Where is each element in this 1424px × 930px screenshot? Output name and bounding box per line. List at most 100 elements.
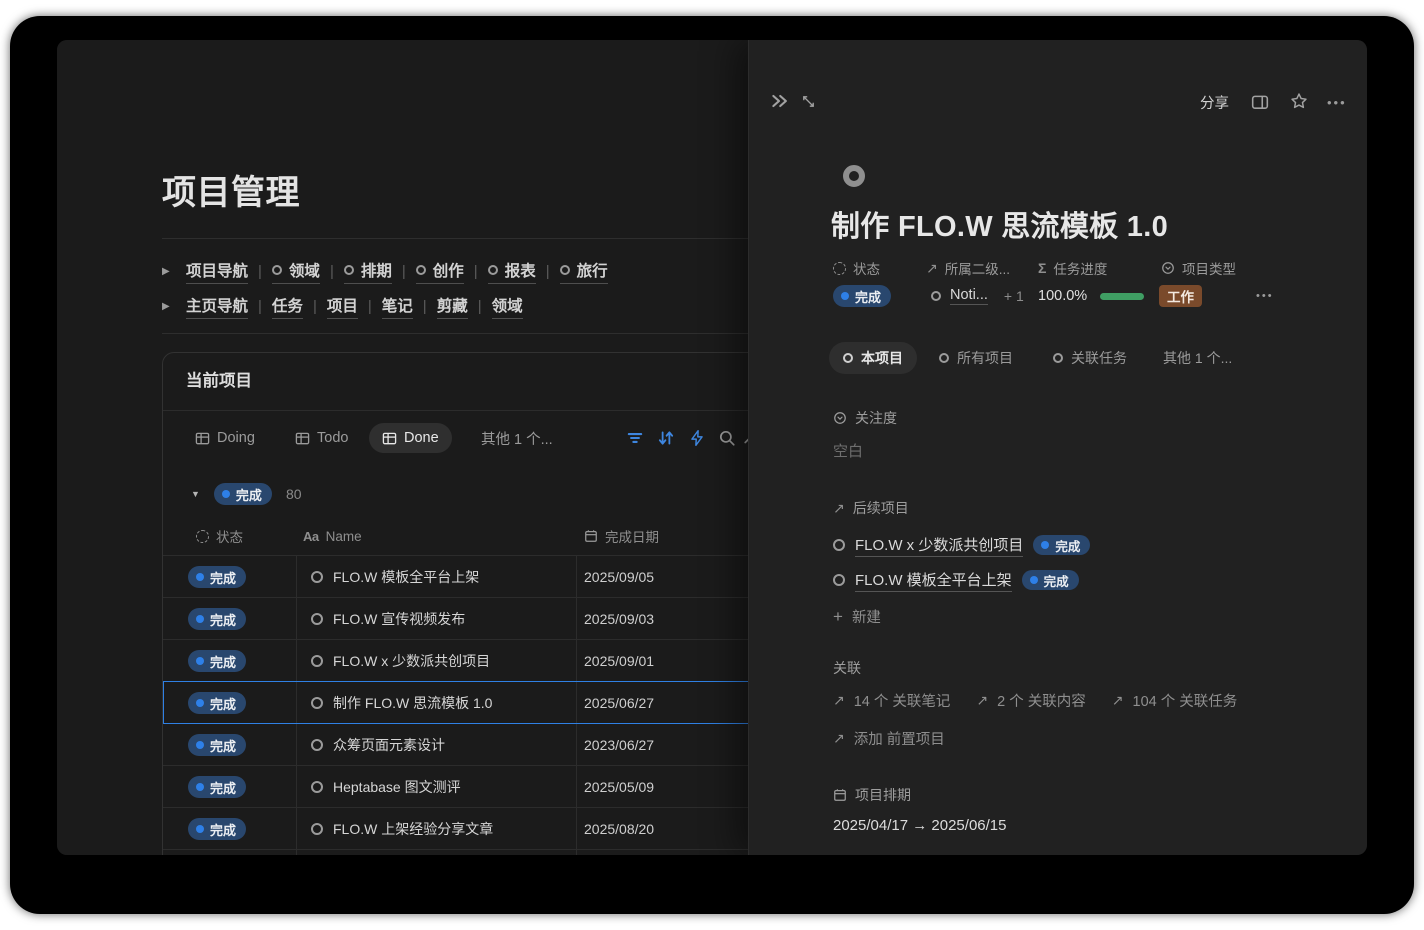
nav-link-clips[interactable]: 剪藏 <box>437 294 468 319</box>
add-new-button[interactable]: + 新建 <box>833 606 881 627</box>
peek-tab-related-tasks[interactable]: 关联任务 <box>1053 342 1127 374</box>
divider <box>162 333 748 334</box>
view-tab-todo[interactable]: Todo <box>295 423 348 453</box>
page-ring-icon <box>311 571 323 583</box>
view-tab-more[interactable]: 其他 1 个... <box>481 423 553 453</box>
property-label-parent[interactable]: ↗ 所属二级... <box>926 258 1010 278</box>
status-badge[interactable]: 完成 <box>188 692 246 714</box>
next-project-item[interactable]: FLO.W x 少数派共创项目 完成 <box>833 532 1090 558</box>
table-row[interactable]: 完成 FLO.W 宣传视频发布 2025/09/03 <box>163 597 748 639</box>
sort-icon[interactable] <box>657 429 675 447</box>
calendar-icon <box>833 788 847 802</box>
view-tab-doing[interactable]: Doing <box>195 423 255 453</box>
filter-icon[interactable] <box>626 429 644 447</box>
property-value-type[interactable]: 工作 <box>1159 284 1202 308</box>
schedule-date-range[interactable]: 2025/04/17 → 2025/06/15 <box>833 817 1006 834</box>
status-badge: 完成 <box>1033 535 1090 555</box>
property-value-status[interactable]: 完成 <box>833 284 891 308</box>
group-header: ▼ 完成 80 <box>191 482 302 506</box>
main-content: 项目管理 ▶ 项目导航 | 领域 | 排期 | 创作 | 报表 | 旅行 ▶ 主… <box>57 40 748 855</box>
share-button[interactable]: 分享 <box>1200 92 1229 113</box>
calendar-icon <box>584 529 598 543</box>
expand-page-icon[interactable] <box>801 94 816 109</box>
nav-link-domain[interactable]: 领域 <box>272 259 320 284</box>
section-label-next-projects[interactable]: ↗ 后续项目 <box>833 498 909 518</box>
nav-link-tasks[interactable]: 任务 <box>272 294 303 319</box>
nav-link-create[interactable]: 创作 <box>416 259 464 284</box>
property-label-status[interactable]: 状态 <box>833 258 880 278</box>
section-label-schedule[interactable]: 项目排期 <box>833 785 911 805</box>
property-label-progress[interactable]: Σ 任务进度 <box>1038 258 1107 278</box>
table-row-partial[interactable] <box>163 849 748 855</box>
table-row[interactable]: 完成 Heptabase 图文测评 2025/05/09 <box>163 765 748 807</box>
group-status-badge[interactable]: 完成 <box>214 483 272 505</box>
table-row-selected[interactable]: 完成 制作 FLO.W 思流模板 1.0 2025/06/27 <box>163 681 748 723</box>
table-icon <box>295 431 310 446</box>
nav-link-schedule[interactable]: 排期 <box>344 259 392 284</box>
column-header-name[interactable]: Aa Name <box>303 521 362 551</box>
arrow-up-right-icon: ↗ <box>833 500 845 517</box>
table-row[interactable]: 完成 FLO.W 上架经验分享文章 2025/08/20 <box>163 807 748 849</box>
table-row[interactable]: 完成 众筹页面元素设计 2023/06/27 <box>163 723 748 765</box>
status-property-icon <box>196 530 209 543</box>
add-predecessor-button[interactable]: ↗ 添加 前置项目 <box>833 728 945 749</box>
related-tasks-link[interactable]: ↗104 个 关联任务 <box>1112 690 1237 711</box>
ring-icon <box>1053 353 1063 363</box>
nav-link-projects[interactable]: 项目 <box>327 294 358 319</box>
page-icon[interactable] <box>843 165 865 187</box>
toggle-right-icon[interactable]: ▶ <box>162 266 176 277</box>
section-label-focus[interactable]: 关注度 <box>833 408 897 428</box>
plus-icon: + <box>833 608 843 625</box>
focus-empty-value[interactable]: 空白 <box>833 440 863 461</box>
toggle-right-icon[interactable]: ▶ <box>162 301 176 312</box>
property-label-type[interactable]: 项目类型 <box>1161 258 1236 278</box>
screenshot-stage: 项目管理 ▶ 项目导航 | 领域 | 排期 | 创作 | 报表 | 旅行 ▶ 主… <box>0 0 1424 930</box>
page-ring-icon <box>833 539 845 551</box>
peek-tab-this-project[interactable]: 本项目 <box>829 342 917 374</box>
peek-tab-more[interactable]: 其他 1 个... <box>1163 342 1232 374</box>
favorite-star-icon[interactable] <box>1290 92 1308 110</box>
more-properties-icon[interactable]: ••• <box>1256 290 1274 302</box>
status-badge[interactable]: 完成 <box>188 734 246 756</box>
page-ring-icon <box>311 739 323 751</box>
table-row[interactable]: 完成 FLO.W x 少数派共创项目 2025/09/01 <box>163 639 748 681</box>
nav-link-home-nav[interactable]: 主页导航 <box>186 294 248 319</box>
ring-icon <box>843 353 853 363</box>
separator: | <box>474 263 478 280</box>
divider <box>162 238 748 239</box>
property-value-progress[interactable]: 100.0% <box>1038 284 1144 308</box>
side-peek-layout-icon[interactable] <box>1251 93 1269 111</box>
more-options-icon[interactable]: ••• <box>1327 95 1347 110</box>
nav-link-report[interactable]: 报表 <box>488 259 536 284</box>
status-badge[interactable]: 完成 <box>188 566 246 588</box>
related-content-link[interactable]: ↗2 个 关联内容 <box>976 690 1085 711</box>
status-badge[interactable]: 完成 <box>188 650 246 672</box>
page-ring-icon <box>311 781 323 793</box>
nav-link-domains[interactable]: 领域 <box>492 294 523 319</box>
related-notes-link[interactable]: ↗14 个 关联笔记 <box>833 690 950 711</box>
view-tab-done[interactable]: Done <box>369 423 452 453</box>
nav-link-notes[interactable]: 笔记 <box>382 294 413 319</box>
nav-link-travel[interactable]: 旅行 <box>560 259 608 284</box>
column-header-status[interactable]: 状态 <box>196 521 243 551</box>
next-project-item[interactable]: FLO.W 模板全平台上架 完成 <box>833 567 1079 593</box>
status-badge[interactable]: 完成 <box>188 818 246 840</box>
toggle-down-icon[interactable]: ▼ <box>191 489 200 499</box>
table-row[interactable]: 完成 FLO.W 模板全平台上架 2025/09/05 <box>163 555 748 597</box>
status-badge[interactable]: 完成 <box>188 776 246 798</box>
close-peek-chevrons-icon[interactable] <box>769 91 789 111</box>
app-window: 项目管理 ▶ 项目导航 | 领域 | 排期 | 创作 | 报表 | 旅行 ▶ 主… <box>57 40 1367 855</box>
relation-link[interactable]: Noti... <box>950 287 988 305</box>
status-dot-icon <box>196 657 204 665</box>
peek-page-title: 制作 FLO.W 思流模板 1.0 <box>831 203 1168 245</box>
relation-extra-count[interactable]: + 1 <box>1004 288 1024 304</box>
property-value-parent[interactable]: Noti... + 1 <box>931 284 1024 308</box>
nav-link-project-nav[interactable]: 项目导航 <box>186 259 248 284</box>
status-badge[interactable]: 完成 <box>188 608 246 630</box>
peek-tab-all-projects[interactable]: 所有项目 <box>939 342 1013 374</box>
automation-bolt-icon[interactable] <box>688 429 706 447</box>
column-header-date[interactable]: 完成日期 <box>584 521 659 551</box>
relation-links-row: ↗14 个 关联笔记 ↗2 个 关联内容 ↗104 个 关联任务 <box>833 690 1237 711</box>
search-icon[interactable] <box>718 429 736 447</box>
separator: | <box>478 298 482 315</box>
